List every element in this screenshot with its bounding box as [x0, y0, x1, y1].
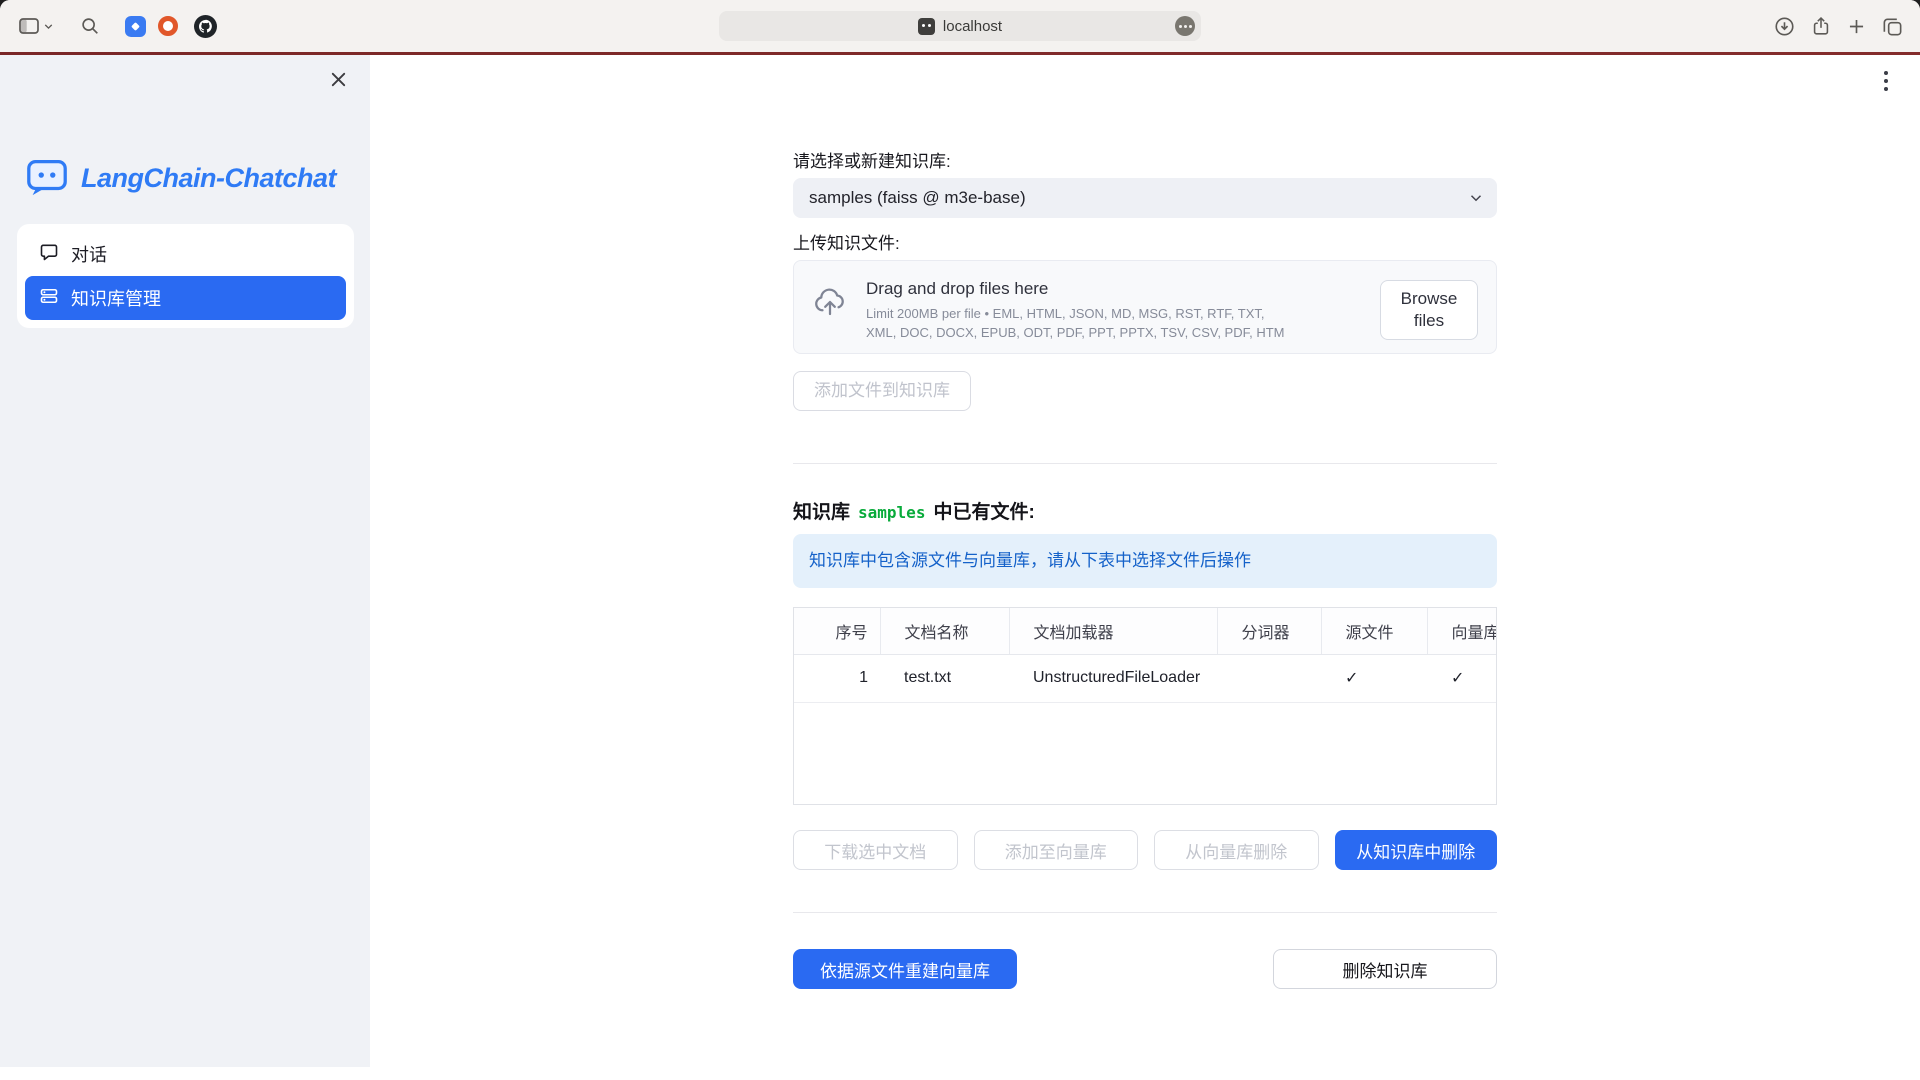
cell-index: 1 [794, 654, 880, 702]
kb-name-code: samples [858, 503, 925, 522]
sidebar-item-kb-management[interactable]: 知识库管理 [25, 276, 346, 320]
kebab-menu-icon[interactable] [1874, 67, 1898, 95]
cell-name: test.txt [880, 654, 1009, 702]
sidebar: LangChain-Chatchat 对话 [0, 55, 370, 1067]
sidebar-item-chat[interactable]: 对话 [25, 232, 346, 276]
logo-chat-bubble-icon [24, 153, 70, 204]
table-actions: 下载选中文档 添加至向量库 从向量库删除 从知识库中删除 [793, 830, 1497, 870]
sidebar-item-label: 知识库管理 [71, 285, 161, 311]
kb-select[interactable]: samples (faiss @ m3e-base) [793, 178, 1497, 218]
file-dropzone[interactable]: Drag and drop files here Limit 200MB per… [793, 260, 1497, 354]
dropzone-title: Drag and drop files here [866, 278, 1296, 300]
address-bar[interactable]: localhost [719, 11, 1201, 41]
cell-loader: UnstructuredFileLoader [1009, 654, 1217, 702]
browser-toolbar: localhost [0, 0, 1920, 52]
files-heading-prefix: 知识库 [793, 497, 850, 524]
close-sidebar-icon[interactable] [326, 67, 350, 91]
browse-files-button[interactable]: Browse files [1380, 280, 1478, 340]
sidebar-nav: 对话 知识库管理 [17, 224, 354, 328]
upload-label: 上传知识文件: [793, 234, 1497, 254]
app-logo: LangChain-Chatchat [24, 153, 336, 204]
table-header-row: 序号 文档名称 文档加载器 分词器 源文件 向量库 [794, 608, 1497, 654]
table-row[interactable]: 1 test.txt UnstructuredFileLoader ✓ ✓ [794, 654, 1497, 702]
browser-window: localhost [0, 0, 1920, 1080]
dropzone-hint: Limit 200MB per file • EML, HTML, JSON, … [866, 305, 1296, 343]
extension-app-icon[interactable] [125, 16, 146, 37]
address-url: localhost [943, 18, 1002, 35]
add-files-button[interactable]: 添加文件到知识库 [793, 371, 971, 411]
col-header-source[interactable]: 源文件 [1321, 608, 1427, 654]
cloud-upload-icon [812, 284, 848, 325]
divider [793, 912, 1497, 913]
share-icon[interactable] [1810, 15, 1832, 37]
delete-kb-button[interactable]: 删除知识库 [1273, 949, 1497, 989]
knowledge-base-icon [39, 286, 59, 311]
footer-actions: 依据源文件重建向量库 删除知识库 [793, 949, 1497, 1039]
delete-from-vector-button[interactable]: 从向量库删除 [1154, 830, 1319, 870]
col-header-index[interactable]: 序号 [794, 608, 880, 654]
col-header-vector[interactable]: 向量库 [1427, 608, 1497, 654]
sidebar-toggle-icon[interactable] [16, 14, 42, 38]
select-chevron-down-icon [1467, 189, 1485, 212]
col-header-name[interactable]: 文档名称 [880, 608, 1009, 654]
kb-select-value: samples (faiss @ m3e-base) [809, 188, 1026, 208]
cell-splitter [1217, 654, 1321, 702]
extensions-menu-icon[interactable] [1175, 16, 1195, 36]
logo-text: LangChain-Chatchat [81, 163, 336, 194]
download-selected-button[interactable]: 下载选中文档 [793, 830, 958, 870]
rebuild-vector-store-button[interactable]: 依据源文件重建向量库 [793, 949, 1017, 989]
site-favicon [918, 18, 935, 35]
delete-from-kb-button[interactable]: 从知识库中删除 [1335, 830, 1498, 870]
tab-overview-icon[interactable] [1881, 15, 1904, 38]
chevron-down-icon[interactable] [42, 20, 55, 33]
col-header-loader[interactable]: 文档加载器 [1009, 608, 1217, 654]
files-table[interactable]: 序号 文档名称 文档加载器 分词器 源文件 向量库 1 test [793, 607, 1497, 805]
chat-bubble-icon [39, 242, 59, 267]
divider [793, 463, 1497, 464]
sidebar-item-label: 对话 [71, 241, 107, 267]
downloads-icon[interactable] [1773, 15, 1796, 38]
new-tab-icon[interactable] [1846, 16, 1867, 37]
search-icon[interactable] [79, 15, 101, 37]
kb-select-label: 请选择或新建知识库: [793, 152, 1497, 172]
main-area: 请选择或新建知识库: samples (faiss @ m3e-base) 上传… [370, 55, 1920, 1080]
extension-ring-icon[interactable] [158, 16, 178, 36]
files-heading: 知识库 samples 中已有文件: [793, 497, 1497, 524]
cell-vector-check: ✓ [1427, 654, 1497, 702]
info-banner: 知识库中包含源文件与向量库，请从下表中选择文件后操作 [793, 534, 1497, 588]
add-to-vector-button[interactable]: 添加至向量库 [974, 830, 1139, 870]
files-heading-suffix: 中已有文件: [933, 497, 1034, 524]
github-extension-icon[interactable] [194, 15, 217, 38]
cell-source-check: ✓ [1321, 654, 1427, 702]
col-header-splitter[interactable]: 分词器 [1217, 608, 1321, 654]
